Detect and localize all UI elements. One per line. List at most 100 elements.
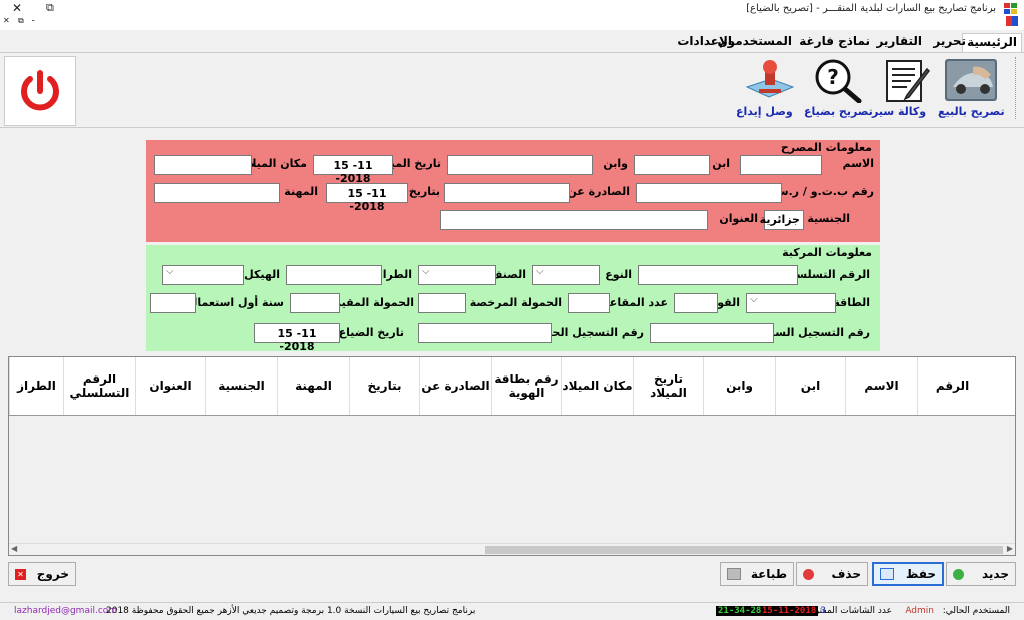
id-card-field[interactable] xyxy=(636,183,782,203)
name-field[interactable] xyxy=(740,155,822,175)
exit-button[interactable]: خروج ✕ xyxy=(8,562,76,586)
allowed-load-label: الحمولة المرخصة xyxy=(469,296,562,309)
current-user-value: Admin xyxy=(905,606,934,616)
serial-field[interactable] xyxy=(638,265,798,285)
save-icon xyxy=(880,568,894,580)
tab-settings[interactable]: الإعدادات xyxy=(673,33,736,52)
seats-field[interactable] xyxy=(568,293,610,313)
col-address[interactable]: العنوان xyxy=(135,357,205,415)
scroll-left-icon[interactable]: ◀ xyxy=(11,544,17,553)
loss-date-label: تاريخ الضياع xyxy=(338,326,404,339)
net-load-field[interactable] xyxy=(290,293,340,313)
exit-button-label: خروج xyxy=(36,567,69,581)
tab-home[interactable]: الرئيسية xyxy=(962,33,1022,52)
col-issue-date[interactable]: بتاريخ xyxy=(349,357,419,415)
col-son-of[interactable]: ابن xyxy=(775,357,845,415)
mdi-minimize-button[interactable]: ـ xyxy=(32,14,34,23)
col-birth-place[interactable]: مكان الميلاد xyxy=(561,357,633,415)
copyright-text: برنامج تصاريح بيع السيارات النسخة 1.0 بر… xyxy=(106,606,476,616)
scrollbar-thumb[interactable] xyxy=(485,546,1003,554)
address-field[interactable] xyxy=(440,210,708,230)
model-field[interactable] xyxy=(286,265,382,285)
col-job[interactable]: المهنة xyxy=(277,357,349,415)
col-model[interactable]: الطراز xyxy=(9,357,63,415)
ribbon-separator xyxy=(1015,57,1017,119)
col-serial[interactable]: الرقم التسلسلي xyxy=(63,357,135,415)
loss-date-field[interactable]: 15 -11 -2018 xyxy=(254,323,340,353)
id-card-label: رقم ب.ت.و / ر.س xyxy=(773,185,874,198)
loss-declaration-button[interactable]: ? تصريح بضياع xyxy=(804,57,873,123)
app-icon xyxy=(1004,3,1018,15)
restore-window-button[interactable]: ⧉ xyxy=(46,1,54,15)
ribbon-panel: تصريح بالبيع وكالة سير ? تصريح بضياع وصل… xyxy=(0,52,1024,128)
prev-reg-label: رقم التسجيل السابق xyxy=(757,326,870,339)
document-pen-icon xyxy=(877,57,933,103)
son-of-field[interactable] xyxy=(634,155,710,175)
horizontal-scrollbar[interactable]: ◀ ▶ xyxy=(9,543,1015,555)
col-id-card[interactable]: رقم بطاقة الهوية xyxy=(491,357,561,415)
nationality-field[interactable]: جزائرية xyxy=(760,210,804,230)
col-and-of[interactable]: وابن xyxy=(703,357,775,415)
allowed-load-field[interactable] xyxy=(418,293,466,313)
power-button[interactable] xyxy=(4,56,76,126)
son-of-label: ابن xyxy=(712,157,730,170)
close-window-button[interactable]: ✕ xyxy=(12,1,22,15)
job-field[interactable] xyxy=(154,183,280,203)
chassis-select[interactable] xyxy=(162,265,244,285)
sale-permit-label: تصريح بالبيع xyxy=(938,105,1005,118)
open-screens-value: 3 xyxy=(820,606,826,616)
prev-reg-field[interactable] xyxy=(650,323,774,343)
printer-icon xyxy=(727,568,741,580)
birth-place-label: مكان الميلاد xyxy=(242,157,307,170)
issue-date-field[interactable]: 15 -11 -2018 xyxy=(326,183,408,213)
issued-by-field[interactable] xyxy=(444,183,570,203)
plus-icon xyxy=(953,568,964,580)
table-header: الرقم الاسم ابن وابن تاريخ الميلاد مكان … xyxy=(9,357,1015,416)
save-button-label: حفظ xyxy=(905,567,936,581)
vehicle-panel: معلومات المركبة الرقم التسلسلي النوع الص… xyxy=(146,245,880,353)
col-issued-by[interactable]: الصادرة عن xyxy=(419,357,491,415)
first-use-field[interactable] xyxy=(150,293,196,313)
tab-edit[interactable]: تحرير xyxy=(929,33,970,52)
print-button[interactable]: طباعة xyxy=(720,562,794,586)
app-window: ✕ ⧉ ✕ ⧉ ـ برنامج تصاريح بيع السارات لبلد… xyxy=(0,0,1024,620)
and-of-field[interactable] xyxy=(447,155,593,175)
vehicle-panel-title: معلومات المركبة xyxy=(782,246,872,259)
mdi-restore-button[interactable]: ⧉ xyxy=(18,16,24,26)
delete-button[interactable]: حذف xyxy=(796,562,868,586)
curr-reg-field[interactable] xyxy=(418,323,552,343)
power-field[interactable] xyxy=(674,293,718,313)
scroll-right-icon[interactable]: ▶ xyxy=(1007,544,1013,553)
type-label: النوع xyxy=(605,268,632,281)
col-birth-date[interactable]: تاريخ الميلاد xyxy=(633,357,703,415)
save-button[interactable]: حفظ xyxy=(872,562,944,586)
records-table[interactable]: الرقم الاسم ابن وابن تاريخ الميلاد مكان … xyxy=(8,356,1016,556)
col-number[interactable]: الرقم xyxy=(917,357,987,415)
mdi-close-button[interactable]: ✕ xyxy=(3,16,10,25)
delete-button-label: حذف xyxy=(831,567,861,581)
developer-email[interactable]: lazhardjed@gmail.com xyxy=(14,606,117,616)
deposit-receipt-button[interactable]: وصل إيداع xyxy=(736,57,802,123)
type-select[interactable] xyxy=(532,265,600,285)
birth-place-field[interactable] xyxy=(154,155,252,175)
name-label: الاسم xyxy=(842,157,874,170)
sale-permit-button[interactable]: تصريح بالبيع xyxy=(938,57,1005,123)
traffic-proxy-label: وكالة سير xyxy=(872,105,927,118)
tab-blank-forms[interactable]: نماذج فارغة xyxy=(795,33,874,52)
first-use-label: سنة أول استعمال xyxy=(187,296,284,309)
col-name[interactable]: الاسم xyxy=(845,357,917,415)
tab-reports[interactable]: التقارير xyxy=(872,33,926,52)
ribbon-tabs: الرئيسية تحرير التقارير نماذج فارغة المس… xyxy=(0,30,1024,52)
col-nationality[interactable]: الجنسية xyxy=(205,357,277,415)
class-select[interactable] xyxy=(418,265,496,285)
job-label: المهنة xyxy=(284,185,318,198)
issue-date-label: بتاريخ xyxy=(408,185,440,198)
energy-select[interactable] xyxy=(746,293,836,313)
status-time: 21-34-28 xyxy=(716,606,764,616)
power-icon xyxy=(21,70,59,111)
birth-date-field[interactable]: 15 -11 -2018 xyxy=(313,155,393,185)
new-button[interactable]: جديد xyxy=(946,562,1016,586)
car-sale-icon xyxy=(943,57,999,103)
traffic-proxy-button[interactable]: وكالة سير xyxy=(872,57,938,123)
loss-declaration-label: تصريح بضياع xyxy=(804,105,873,118)
